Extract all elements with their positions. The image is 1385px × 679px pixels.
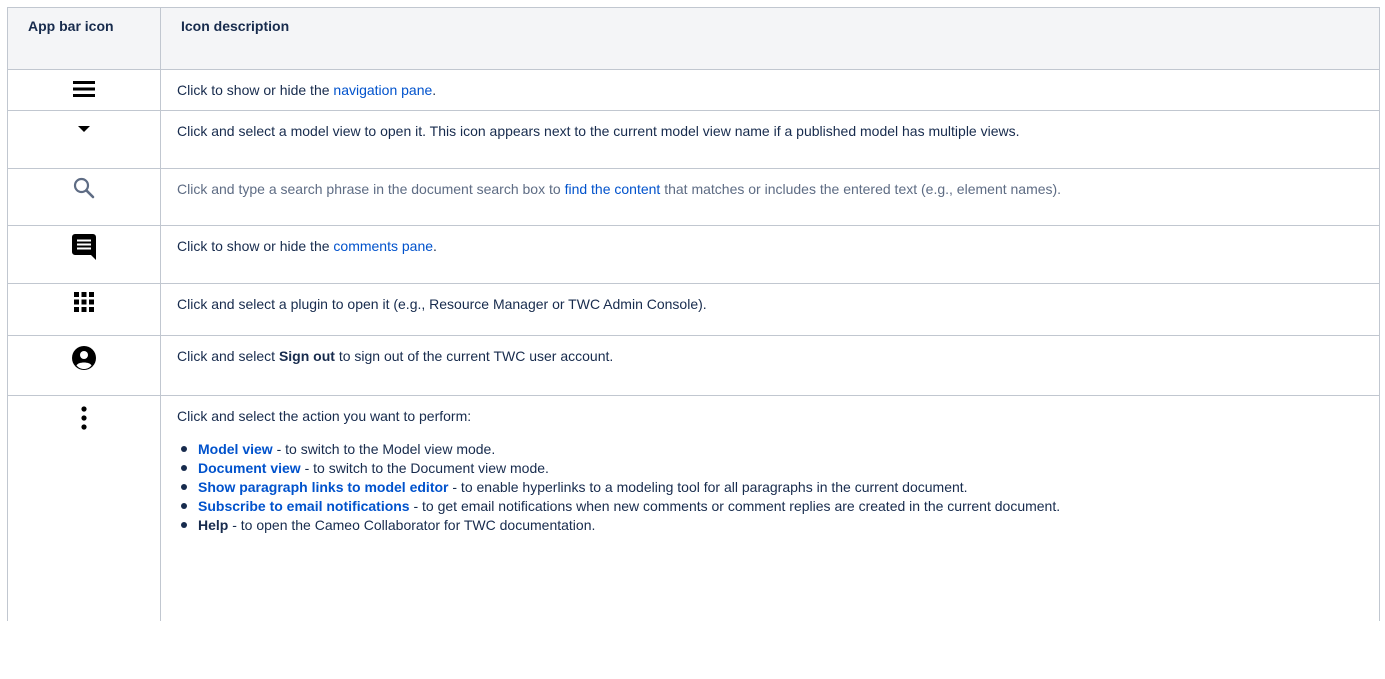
icon-cell [7, 335, 161, 396]
table-header-row: App bar icon Icon description [7, 7, 1380, 70]
description-cell: Click and select the action you want to … [160, 395, 1380, 621]
model-view-link[interactable]: Model view [198, 441, 273, 457]
list-item: Document view - to switch to the Documen… [177, 459, 1369, 478]
column-header-description: Icon description [160, 7, 1380, 70]
description-text: Click to show or hide the [177, 238, 334, 254]
find-content-link[interactable]: find the content [565, 181, 661, 197]
dropdown-arrow-icon [78, 126, 90, 132]
subscribe-email-link[interactable]: Subscribe to email notifications [198, 498, 410, 514]
list-item-text: - to switch to the Document view mode. [300, 460, 549, 476]
table-row: Click to show or hide the navigation pan… [7, 69, 1380, 111]
actions-list: Model view - to switch to the Model view… [177, 440, 1369, 535]
description-text: Click to show or hide the [177, 82, 334, 98]
table-row: Click and type a search phrase in the do… [7, 168, 1380, 226]
account-icon [72, 346, 96, 370]
apps-grid-icon [74, 292, 94, 312]
table-row: Click to show or hide the comments pane. [7, 225, 1380, 284]
description-cell: Click and select Sign out to sign out of… [160, 335, 1380, 396]
list-item-text: - to open the Cameo Collaborator for TWC… [228, 517, 596, 533]
description-cell: Click and select a model view to open it… [160, 110, 1380, 169]
list-item-text: - to enable hyperlinks to a modeling too… [448, 479, 968, 495]
document-view-link[interactable]: Document view [198, 460, 301, 476]
list-item: Help - to open the Cameo Collaborator fo… [177, 516, 1369, 535]
icon-cell [7, 225, 161, 284]
icon-cell [7, 69, 161, 111]
show-paragraph-links-link[interactable]: Show paragraph links to model editor [198, 479, 448, 495]
table-row: Click and select the action you want to … [7, 395, 1380, 621]
description-cell: Click to show or hide the navigation pan… [160, 69, 1380, 111]
navigation-pane-link[interactable]: navigation pane [333, 82, 432, 98]
list-item: Subscribe to email notifications - to ge… [177, 497, 1369, 516]
description-cell: Click and select a plugin to open it (e.… [160, 283, 1380, 336]
column-header-icon: App bar icon [7, 7, 161, 70]
sign-out-label: Sign out [278, 348, 335, 364]
help-label: Help [198, 517, 229, 533]
list-item-text: - to switch to the Model view mode. [272, 441, 496, 457]
description-cell: Click to show or hide the comments pane. [160, 225, 1380, 284]
description-text: Click and select [177, 348, 279, 364]
table-row: Click and select a plugin to open it (e.… [7, 283, 1380, 336]
hamburger-menu-icon [73, 81, 95, 97]
list-item-text: - to get email notifications when new co… [409, 498, 1061, 514]
icon-cell [7, 110, 161, 169]
icon-cell [7, 168, 161, 226]
description-text: . [433, 238, 437, 254]
description-text: to sign out of the current TWC user acco… [334, 348, 614, 364]
icon-cell [7, 283, 161, 336]
app-bar-icons-table: App bar icon Icon description Click to s… [7, 7, 1380, 621]
comments-pane-link[interactable]: comments pane [333, 238, 433, 254]
icon-cell [7, 395, 161, 621]
description-cell: Click and type a search phrase in the do… [160, 168, 1380, 226]
actions-intro: Click and select the action you want to … [177, 408, 472, 424]
list-item: Model view - to switch to the Model view… [177, 440, 1369, 459]
description-text: that matches or includes the entered tex… [660, 181, 1062, 197]
table-row: Click and select Sign out to sign out of… [7, 335, 1380, 396]
more-vertical-icon [81, 406, 87, 430]
list-item: Show paragraph links to model editor - t… [177, 478, 1369, 497]
table-row: Click and select a model view to open it… [7, 110, 1380, 169]
description-text: . [432, 82, 437, 98]
search-icon [73, 177, 95, 199]
description-text: Click and type a search phrase in the do… [177, 181, 565, 197]
comment-icon [72, 234, 96, 260]
